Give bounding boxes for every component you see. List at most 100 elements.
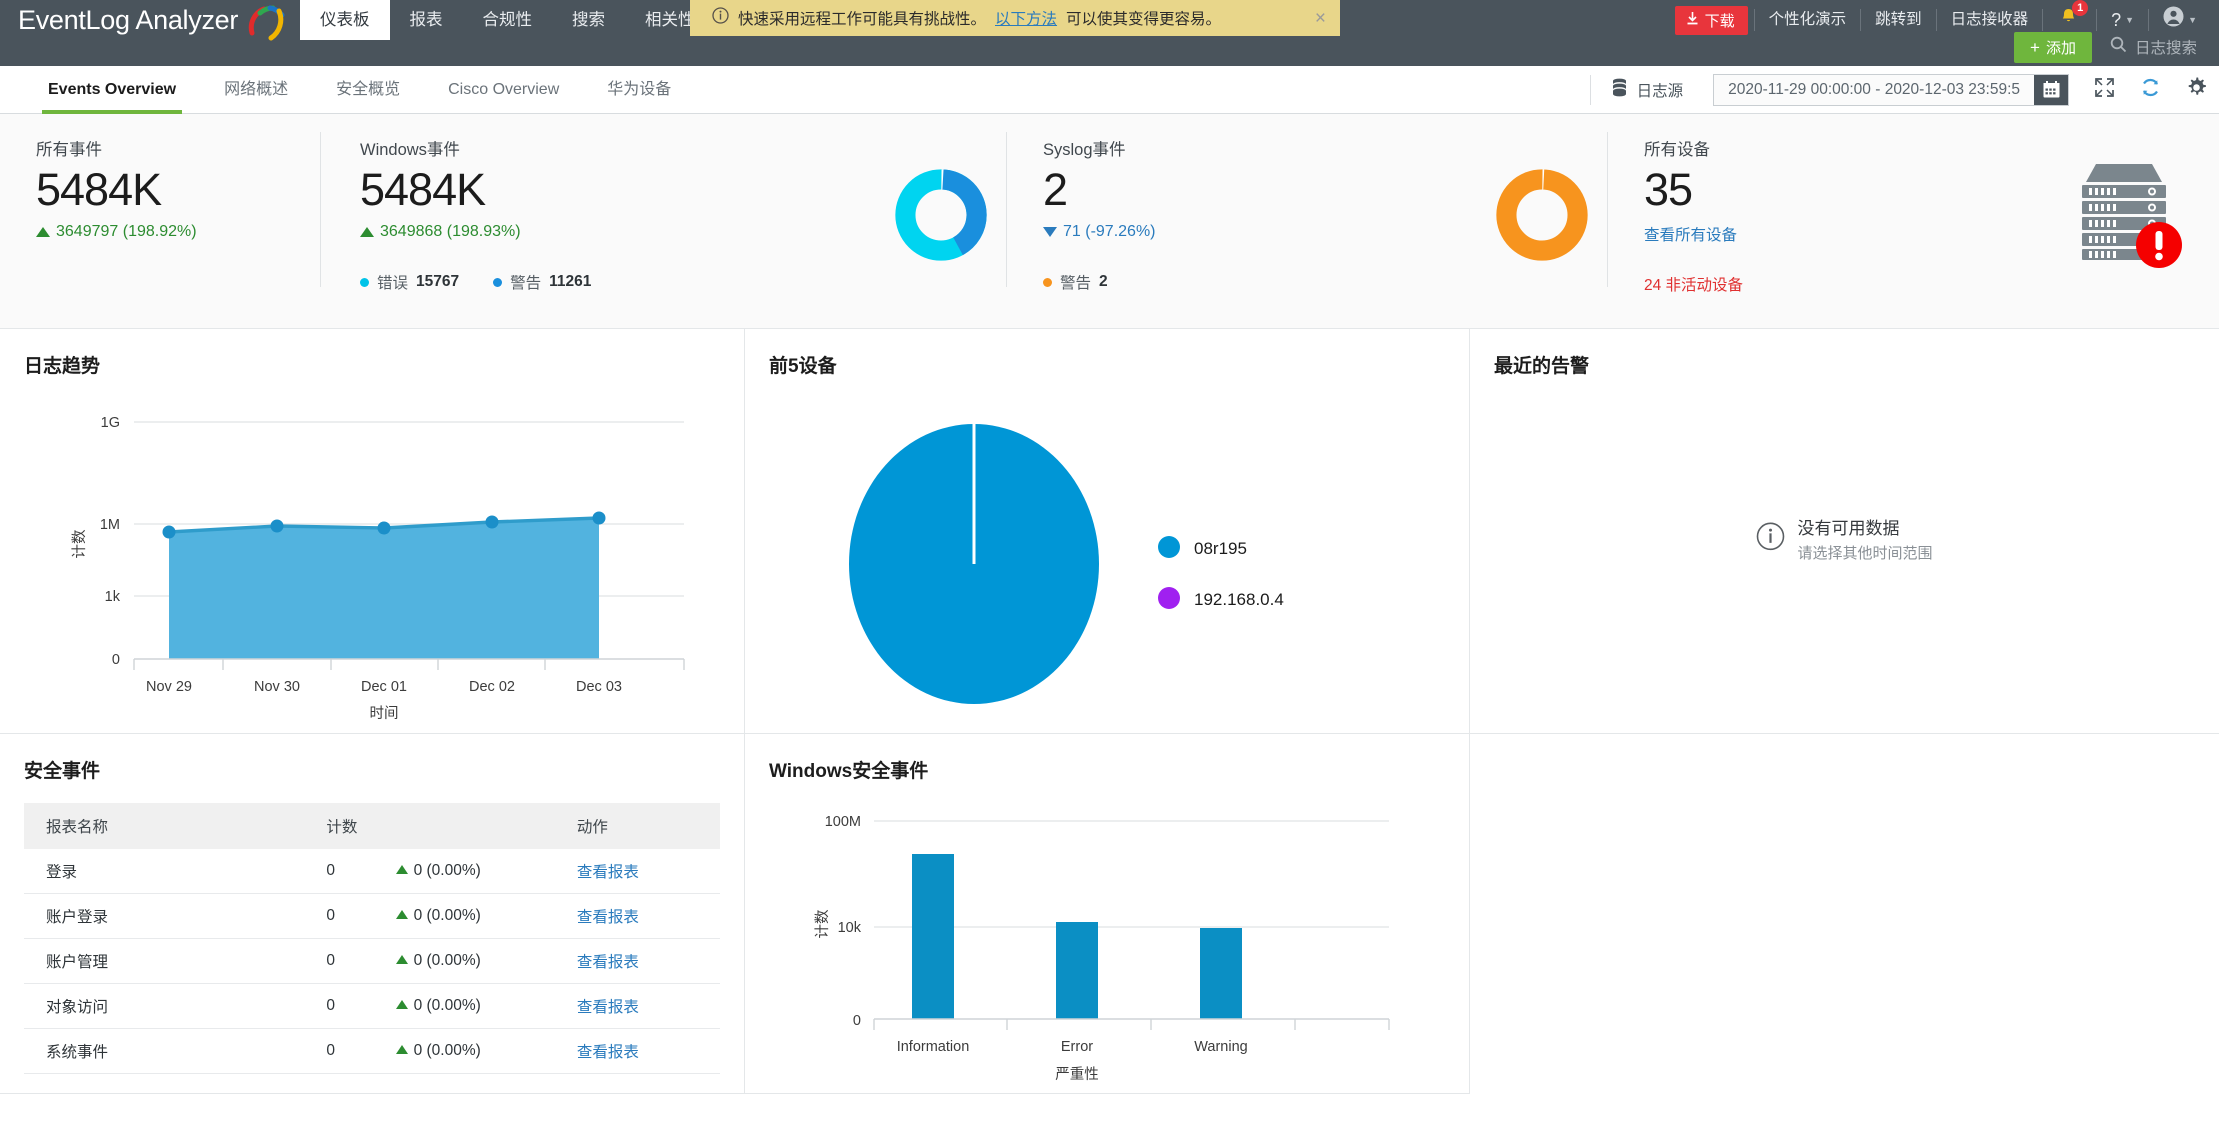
column-count: 计数 bbox=[316, 803, 567, 849]
chevron-down-icon: ▼ bbox=[2188, 15, 2197, 25]
tab-huawei-devices[interactable]: 华为设备 bbox=[583, 66, 695, 114]
add-label: 添加 bbox=[2045, 39, 2076, 57]
cell-delta: 0 (0.00%) bbox=[413, 952, 481, 969]
x-tick-error: Error bbox=[1061, 1039, 1093, 1055]
view-all-devices-link[interactable]: 查看所有设备 bbox=[1644, 223, 2028, 245]
kpi-all-devices: 所有设备 35 查看所有设备 24 非活动设备 bbox=[1608, 114, 2028, 304]
avatar-icon bbox=[2163, 6, 2184, 34]
nav-item-search[interactable]: 搜索 bbox=[552, 0, 625, 40]
jump-to-link[interactable]: 跳转到 bbox=[1860, 9, 1936, 31]
x-tick-information: Information bbox=[897, 1039, 970, 1055]
view-report-link[interactable]: 查看报表 bbox=[577, 999, 639, 1016]
cell-action: 查看报表 bbox=[566, 849, 720, 894]
x-tick-dec02: Dec 02 bbox=[469, 679, 515, 695]
close-icon[interactable]: × bbox=[1315, 9, 1330, 28]
x-axis-label: 严重性 bbox=[1055, 1066, 1099, 1083]
search-icon bbox=[2110, 36, 2127, 58]
y-tick-1g: 1G bbox=[101, 415, 120, 431]
panel-top5-devices: 前5设备 08r195 192.168.0.4 bbox=[745, 329, 1470, 734]
cell-count: 0 0 (0.00%) bbox=[316, 893, 567, 939]
nav-item-dashboard[interactable]: 仪表板 bbox=[300, 0, 390, 40]
cell-action: 查看报表 bbox=[566, 1028, 720, 1074]
nav-item-compliance[interactable]: 合规性 bbox=[463, 0, 553, 40]
brand-title: EventLog Analyzer bbox=[18, 4, 239, 35]
y-tick-0: 0 bbox=[853, 1013, 861, 1029]
y-axis-label: 计数 bbox=[814, 909, 831, 938]
tab-network-overview[interactable]: 网络概述 bbox=[200, 66, 312, 114]
column-action: 动作 bbox=[566, 803, 720, 849]
trend-up-icon bbox=[395, 955, 408, 964]
table-row: 系统事件 0 0 (0.00%) 查看报表 bbox=[24, 1028, 720, 1074]
kpi-delta: 3649868 (198.93%) bbox=[360, 223, 876, 241]
trend-up-icon bbox=[360, 227, 374, 238]
settings-button[interactable] bbox=[2173, 66, 2219, 114]
calendar-icon[interactable] bbox=[2034, 74, 2068, 105]
legend-dot-icon bbox=[1043, 277, 1052, 287]
legend-item-error: 错误 15767 bbox=[360, 271, 459, 293]
cell-report-name: 系统事件 bbox=[24, 1028, 317, 1074]
table-row: 登录 0 0 (0.00%) 查看报表 bbox=[24, 849, 720, 894]
dashboard-panels-row-2: 安全事件 报表名称 计数 动作 登录 0 0 (0.00%) 查看报表 账户登录… bbox=[0, 734, 2219, 1094]
table-row: 账户管理 0 0 (0.00%) 查看报表 bbox=[24, 938, 720, 984]
notice-link[interactable]: 以下方法 bbox=[995, 7, 1057, 29]
bar-warning bbox=[1200, 928, 1242, 1019]
panel-security-events: 安全事件 报表名称 计数 动作 登录 0 0 (0.00%) 查看报表 账户登录… bbox=[0, 734, 745, 1094]
help-button[interactable]: ? ▼ bbox=[2096, 9, 2148, 31]
view-report-link[interactable]: 查看报表 bbox=[577, 909, 639, 926]
brand-logo[interactable]: EventLog Analyzer bbox=[0, 0, 300, 41]
user-account-button[interactable]: ▼ bbox=[2148, 6, 2211, 34]
log-trend-area-chart[interactable]: 1G 1M 1k 0 Nov 29 Nov 30 Dec 01 Dec 02 D… bbox=[24, 384, 724, 724]
notice-text-before: 快速采用远程工作可能具有挑战性。 bbox=[738, 11, 987, 28]
nav-item-reports[interactable]: 报表 bbox=[390, 0, 463, 40]
notifications-button[interactable]: 1 bbox=[2042, 0, 2096, 31]
kpi-all-events: 所有事件 5484K 3649797 (198.92%) bbox=[0, 114, 320, 304]
panel-title: 安全事件 bbox=[24, 761, 101, 782]
download-icon bbox=[1685, 11, 1700, 30]
dashboard-panels-row-1: 日志趋势 1G 1M 1k 0 Nov 29 Nov 30 Dec 01 Dec… bbox=[0, 329, 2219, 734]
log-source-selector[interactable]: 日志源 bbox=[1589, 74, 1704, 105]
pie-legend-label-1: 08r195 bbox=[1194, 539, 1247, 558]
refresh-button[interactable] bbox=[2127, 66, 2173, 114]
tab-cisco-overview[interactable]: Cisco Overview bbox=[424, 66, 583, 114]
cell-action: 查看报表 bbox=[566, 893, 720, 939]
personalized-demo-link[interactable]: 个性化演示 bbox=[1753, 9, 1861, 31]
fullscreen-button[interactable] bbox=[2081, 66, 2127, 114]
devices-donut-chart bbox=[1477, 120, 1607, 310]
legend-dot-icon bbox=[493, 277, 503, 287]
view-report-link[interactable]: 查看报表 bbox=[577, 954, 639, 971]
legend-dot-icon bbox=[1158, 536, 1180, 558]
view-report-link[interactable]: 查看报表 bbox=[577, 864, 639, 881]
tab-events-overview[interactable]: Events Overview bbox=[24, 66, 200, 114]
cell-report-name: 登录 bbox=[24, 849, 317, 894]
legend-item-warning: 警告 2 bbox=[1043, 271, 1108, 293]
log-receiver-link[interactable]: 日志接收器 bbox=[1935, 9, 2043, 31]
chevron-down-icon: ▼ bbox=[2125, 15, 2135, 25]
kpi-delta: 3649797 (198.92%) bbox=[36, 223, 320, 241]
download-button[interactable]: 下载 bbox=[1674, 5, 1748, 35]
secondary-header-strip: + 添加 日志搜索 bbox=[0, 31, 2219, 66]
x-tick-dec01: Dec 01 bbox=[361, 679, 407, 695]
y-axis-label: 计数 bbox=[71, 529, 88, 558]
legend-value: 11261 bbox=[549, 273, 592, 291]
kpi-value: 2 bbox=[1043, 164, 1068, 215]
add-button[interactable]: + 添加 bbox=[2014, 31, 2092, 63]
legend-value: 2 bbox=[1099, 273, 1108, 291]
bar-error bbox=[1056, 922, 1098, 1019]
top5-devices-pie-chart[interactable]: 08r195 192.168.0.4 bbox=[769, 382, 1459, 722]
tab-security-overview[interactable]: 安全概览 bbox=[312, 66, 424, 114]
y-tick-100m: 100M bbox=[825, 814, 861, 830]
no-data-title: 没有可用数据 bbox=[1797, 518, 1900, 538]
kpi-summary-row: 所有事件 5484K 3649797 (198.92%) Windows事件 5… bbox=[0, 114, 2219, 329]
trend-up-icon bbox=[395, 1045, 408, 1054]
legend-dot-icon bbox=[360, 277, 369, 287]
panel-title: Windows安全事件 bbox=[769, 761, 929, 782]
server-status-icon-group bbox=[2069, 152, 2182, 268]
info-circle-icon bbox=[1756, 521, 1785, 555]
cell-report-name: 账户管理 bbox=[24, 938, 317, 984]
windows-security-bar-chart[interactable]: 100M 10k 0 Information Error Warning 严重性… bbox=[769, 789, 1459, 1109]
date-range-picker[interactable]: 2020-11-29 00:00:00 - 2020-12-03 23:59:5 bbox=[1713, 73, 2069, 106]
trend-up-icon bbox=[395, 1000, 408, 1009]
view-report-link[interactable]: 查看报表 bbox=[577, 1044, 639, 1061]
windows-events-donut-chart bbox=[876, 120, 1006, 310]
log-search-box[interactable]: 日志搜索 bbox=[2102, 32, 2205, 62]
